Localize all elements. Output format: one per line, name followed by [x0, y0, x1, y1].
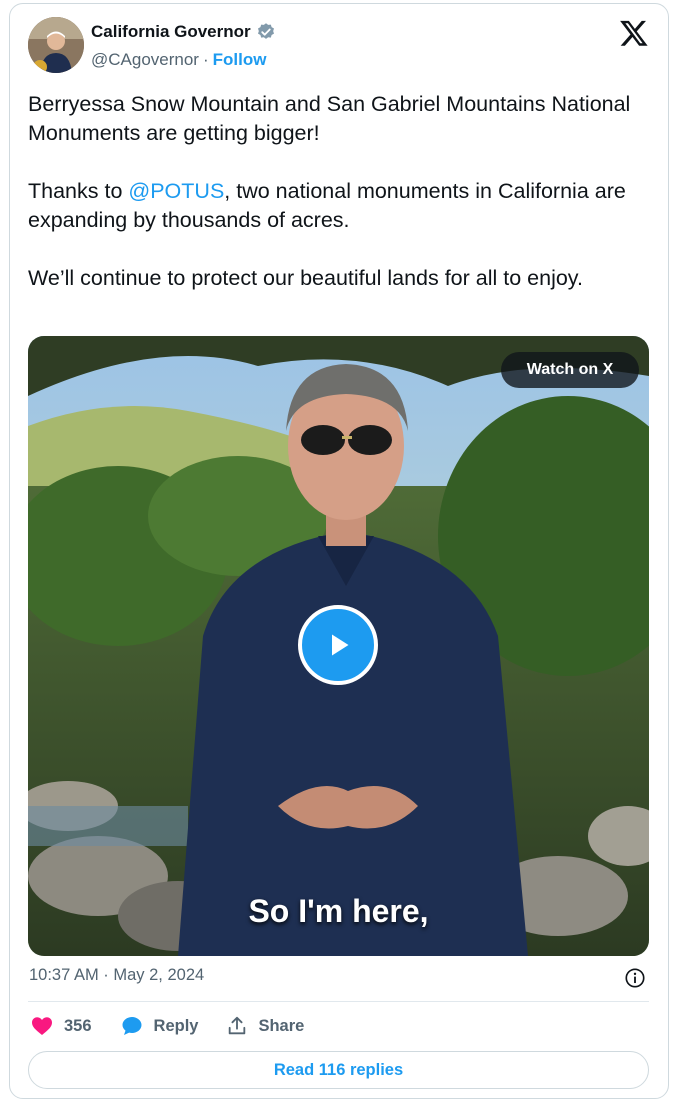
like-button[interactable]: 356	[30, 1014, 92, 1038]
action-bar: 356 Reply Share	[30, 1014, 332, 1038]
timestamp[interactable]: 10:37 AM · May 2, 2024	[29, 966, 204, 985]
video-caption: So I'm here,	[248, 893, 429, 929]
like-count: 356	[64, 1016, 92, 1035]
tweet-paragraph: Thanks to @POTUS, two national monuments…	[28, 177, 648, 235]
handle-row: @CAgovernor · Follow	[91, 50, 266, 70]
tweet-paragraph: We’ll continue to protect our beautiful …	[28, 266, 583, 290]
avatar[interactable]	[28, 17, 84, 73]
follow-button[interactable]: Follow	[213, 50, 267, 70]
read-replies-button[interactable]: Read 116 replies	[28, 1051, 649, 1089]
display-name[interactable]: California Governor	[91, 22, 251, 42]
profile-photo	[28, 17, 84, 73]
reply-bubble-icon	[122, 1017, 142, 1035]
handle-separator: ·	[202, 50, 209, 69]
play-button[interactable]	[298, 605, 378, 685]
tweet-paragraph: Berryessa Snow Mountain and San Gabriel …	[28, 92, 631, 145]
x-logo-icon[interactable]	[619, 18, 649, 48]
share-label: Share	[258, 1016, 305, 1035]
heart-icon	[32, 1017, 52, 1035]
tweet-text: Berryessa Snow Mountain and San Gabriel …	[28, 90, 648, 322]
author-handle[interactable]: @CAgovernor	[91, 50, 199, 70]
play-icon	[332, 634, 349, 656]
tweet-text-segment: Thanks to	[28, 179, 129, 203]
info-icon[interactable]	[624, 967, 646, 989]
share-upload-icon	[229, 1016, 246, 1035]
reply-label: Reply	[153, 1016, 199, 1035]
verified-badge-icon	[257, 23, 274, 39]
author-name-row: California Governor	[91, 22, 276, 42]
share-button[interactable]: Share	[226, 1015, 304, 1037]
divider	[28, 1001, 649, 1002]
reply-button[interactable]: Reply	[120, 1014, 199, 1038]
watch-on-x-button[interactable]: Watch on X	[501, 352, 639, 388]
mention-link[interactable]: @POTUS	[128, 179, 224, 203]
